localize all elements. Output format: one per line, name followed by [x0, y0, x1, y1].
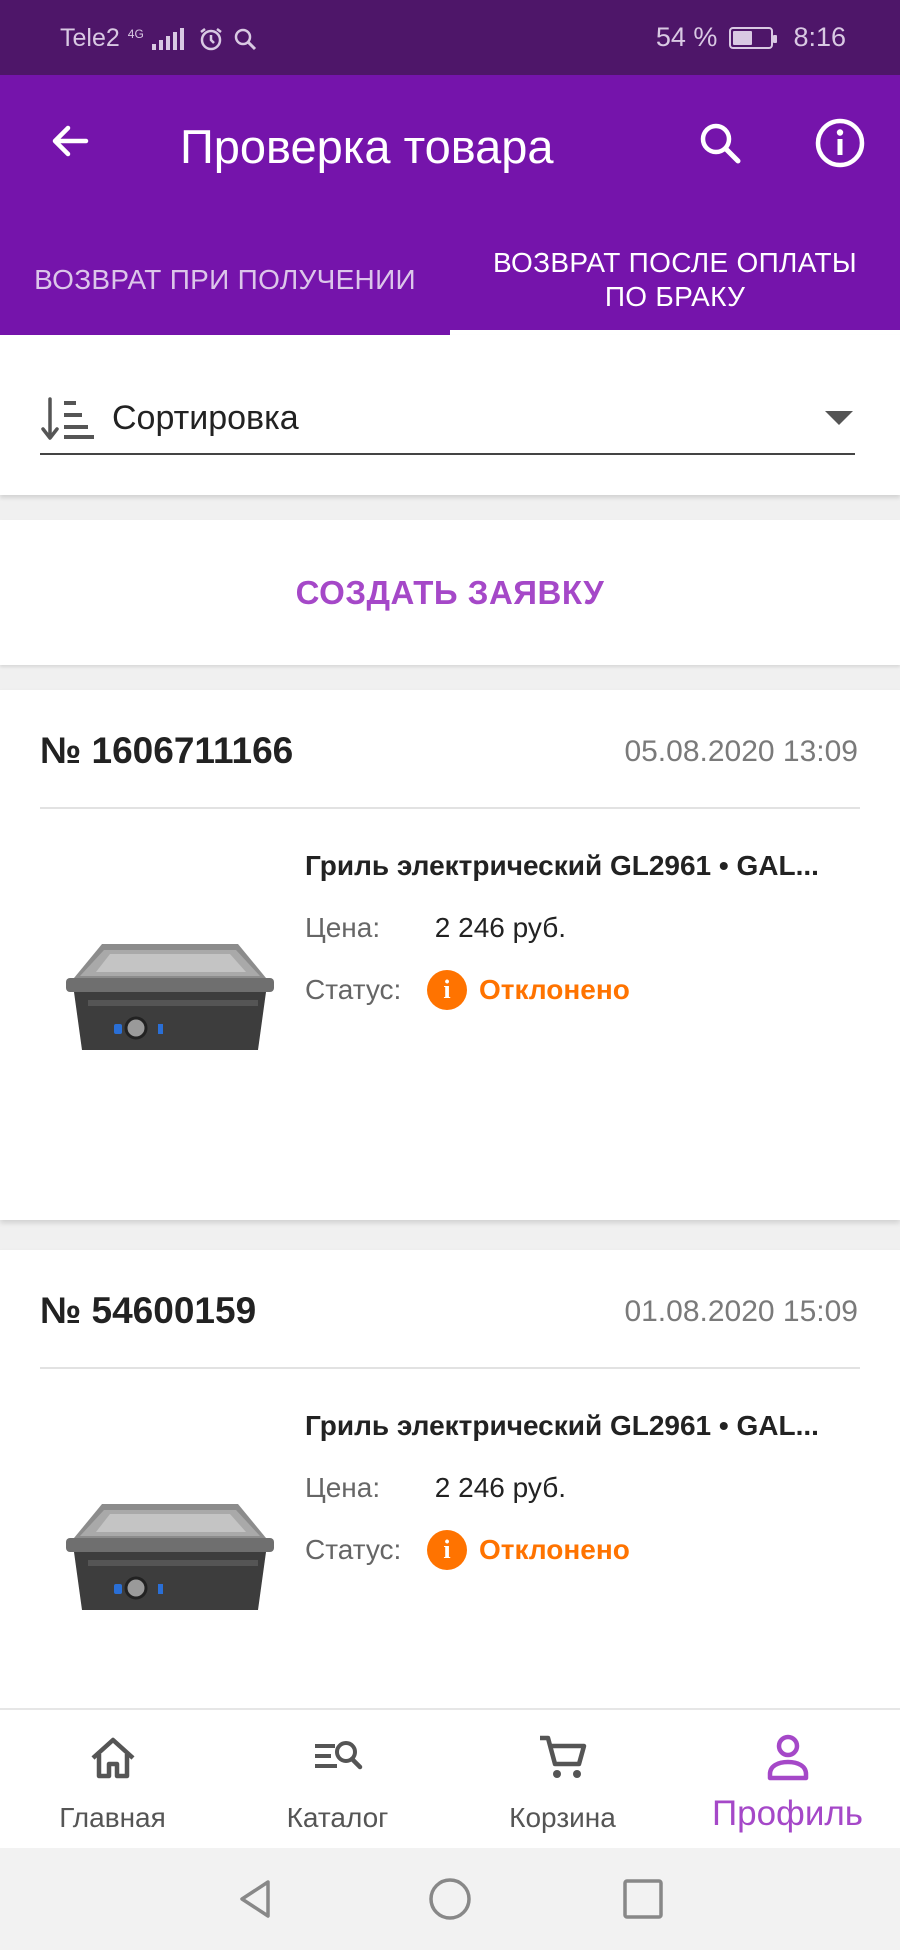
nav-item-catalog[interactable]: Каталог [225, 1710, 450, 1850]
back-triangle-icon[interactable] [234, 1876, 280, 1922]
price-value: 2 246 руб. [434, 912, 567, 943]
battery-percent: 54 % [655, 22, 718, 52]
battery-icon [729, 26, 778, 49]
recents-square-icon[interactable] [620, 1876, 666, 1922]
nav-label: Главная [59, 1802, 166, 1833]
network-type: 4G [127, 26, 144, 41]
order-number: № 1606711166 [40, 730, 294, 771]
app-bar: Проверка товара ВОЗВРАТ ПРИ ПОЛУЧЕНИИ ВО… [0, 75, 900, 335]
tab-return-after-payment-label: ВОЗВРАТ ПОСЛЕ ОПЛАТЫ ПО БРАКУ [493, 247, 857, 312]
sort-icon [41, 397, 94, 440]
sort-dropdown[interactable]: Сортировка [40, 385, 855, 455]
warning-info-icon: i [427, 1530, 467, 1570]
nav-item-cart[interactable]: Корзина [450, 1710, 675, 1850]
cart-icon [540, 1735, 587, 1778]
product-image [66, 1504, 274, 1610]
home-icon [91, 1737, 135, 1779]
create-request-card: СОЗДАТЬ ЗАЯВКУ [0, 520, 900, 665]
price-value: 2 246 руб. [434, 1472, 567, 1503]
alarm-icon [200, 27, 222, 50]
profile-icon [767, 1734, 809, 1781]
search-icon [700, 123, 741, 164]
page-title: Проверка товара [180, 120, 554, 173]
divider [40, 1367, 860, 1369]
product-image [66, 944, 274, 1050]
nav-item-profile[interactable]: Профиль [675, 1710, 900, 1850]
sort-label: Сортировка [112, 399, 299, 437]
order-card[interactable]: № 1606711166 05.08.2020 13:09 Гриль элек… [0, 690, 900, 1220]
order-card[interactable]: № 54600159 01.08.2020 15:09 Гриль электр… [0, 1250, 900, 1708]
divider [40, 807, 860, 809]
back-button[interactable] [42, 113, 98, 169]
arrow-back-icon [52, 125, 89, 157]
status-row: Статус: i Отклонено [305, 970, 630, 1010]
status-bar: Tele2 4G 54 % 8:16 [0, 0, 900, 75]
status-label: Статус: [305, 974, 402, 1005]
sort-card: Сортировка [0, 335, 900, 495]
info-icon [815, 118, 865, 168]
home-circle-icon[interactable] [427, 1876, 473, 1922]
price-row: Цена: 2 246 руб. [305, 1472, 566, 1504]
create-request-button[interactable]: СОЗДАТЬ ЗАЯВКУ [296, 574, 605, 612]
nav-label: Профиль [711, 1794, 864, 1833]
tab-return-on-receipt[interactable]: ВОЗВРАТ ПРИ ПОЛУЧЕНИИ [0, 230, 450, 330]
product-name: Гриль электрический GL2961 • GAL... [305, 1410, 819, 1441]
warning-info-icon: i [427, 970, 467, 1010]
status-label: Статус: [305, 1534, 402, 1565]
carrier-name: Tele2 [60, 24, 120, 52]
order-date: 01.08.2020 15:09 [624, 1295, 858, 1328]
search-button[interactable] [692, 115, 748, 171]
order-date: 05.08.2020 13:09 [624, 735, 858, 768]
bottom-navigation: Главная Каталог Корзина Профиль [0, 1708, 900, 1848]
price-label: Цена: [305, 912, 381, 943]
tab-return-after-payment[interactable]: ВОЗВРАТ ПОСЛЕ ОПЛАТЫ ПО БРАКУ [450, 230, 900, 330]
search-status-icon [234, 28, 256, 50]
nav-label: Каталог [286, 1802, 389, 1833]
nav-label: Корзина [509, 1802, 616, 1833]
order-number: № 54600159 [40, 1290, 257, 1331]
price-row: Цена: 2 246 руб. [305, 912, 566, 944]
status-row: Статус: i Отклонено [305, 1530, 630, 1570]
system-navigation-bar [0, 1848, 900, 1950]
price-label: Цена: [305, 1472, 381, 1503]
chevron-down-icon [825, 411, 853, 425]
nav-item-home[interactable]: Главная [0, 1710, 225, 1850]
status-value: Отклонено [479, 974, 630, 1005]
clock: 8:16 [793, 22, 846, 52]
signal-icon [151, 27, 184, 50]
status-value: Отклонено [479, 1534, 630, 1565]
catalog-search-icon [315, 1741, 363, 1770]
info-button[interactable] [812, 115, 868, 171]
product-name: Гриль электрический GL2961 • GAL... [305, 850, 819, 881]
